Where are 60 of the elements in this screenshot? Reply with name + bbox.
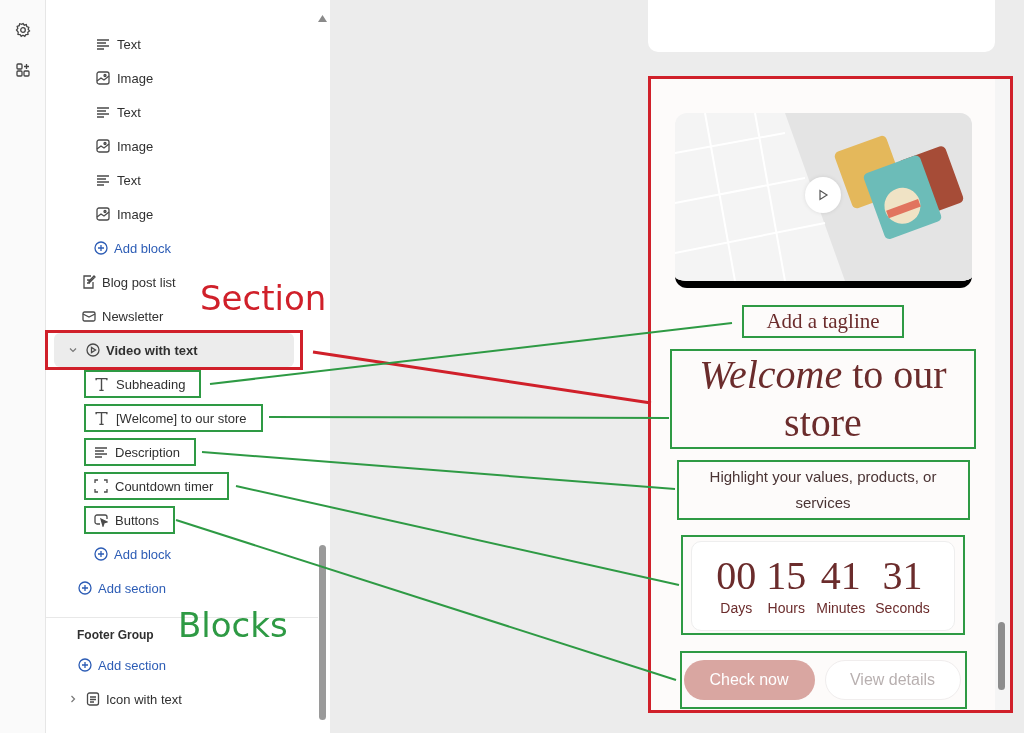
sidebar-block-item[interactable]: Buttons bbox=[84, 506, 176, 534]
edit-document-icon bbox=[82, 275, 96, 289]
sidebar-block-item[interactable]: [Welcome] to our store bbox=[84, 404, 263, 432]
sidebar-section-item[interactable]: Newsletter bbox=[76, 299, 170, 333]
description-text: Highlight your values, products, or services bbox=[676, 460, 970, 520]
sidebar-block-item[interactable]: Countdown timer bbox=[84, 472, 230, 500]
scroll-up-icon[interactable] bbox=[318, 15, 327, 22]
image-icon bbox=[96, 139, 110, 153]
add-section-link[interactable]: Add section bbox=[78, 657, 166, 673]
sidebar-block-item[interactable]: Text bbox=[86, 30, 157, 58]
dashed-frame-icon bbox=[94, 479, 108, 493]
blocks-annotation: Blocks bbox=[178, 608, 288, 642]
list-box-icon bbox=[86, 692, 100, 706]
countdown-unit: Hours bbox=[767, 600, 805, 616]
cursor-click-icon bbox=[94, 513, 108, 527]
add-block-link[interactable]: Add block bbox=[94, 546, 172, 562]
countdown-value: 00 bbox=[716, 556, 757, 596]
sidebar-block-item[interactable]: Image bbox=[86, 64, 170, 92]
apps-add-icon[interactable] bbox=[14, 62, 31, 78]
sidebar-section-item[interactable]: Icon with text bbox=[60, 682, 188, 716]
sidebar-block-item[interactable]: Image bbox=[86, 200, 170, 228]
countdown-unit: Minutes bbox=[816, 600, 866, 616]
section-annotation: Section bbox=[200, 281, 327, 315]
play-icon bbox=[816, 189, 829, 201]
chevron-down-icon[interactable] bbox=[68, 345, 78, 355]
sidebar-block-item[interactable]: Text bbox=[86, 98, 157, 126]
sidebar-block-item[interactable]: Description bbox=[84, 438, 197, 466]
tagline-text: Add a tagline bbox=[742, 305, 904, 338]
countdown-unit: Days bbox=[720, 600, 753, 616]
countdown-value: 41 bbox=[820, 556, 861, 596]
scrollbar-thumb[interactable] bbox=[998, 622, 1005, 690]
add-block-link[interactable]: Add block bbox=[94, 240, 172, 256]
play-circle-icon bbox=[86, 343, 100, 357]
text-lines-icon bbox=[96, 37, 110, 51]
sidebar-block-item[interactable]: Text bbox=[86, 166, 157, 194]
add-circle-icon bbox=[78, 658, 92, 672]
settings-icon[interactable] bbox=[14, 22, 31, 38]
countdown-value: 31 bbox=[882, 556, 923, 596]
envelope-icon bbox=[82, 309, 96, 323]
text-t-icon bbox=[94, 410, 109, 426]
add-circle-icon bbox=[94, 241, 108, 255]
text-t-icon bbox=[94, 376, 109, 392]
sidebar-block-item[interactable]: Image bbox=[86, 132, 170, 160]
countdown-value: 15 bbox=[766, 556, 807, 596]
text-lines-icon bbox=[96, 105, 110, 119]
sidebar-section-item[interactable]: Blog post list bbox=[76, 265, 182, 299]
text-lines-icon bbox=[96, 173, 110, 187]
add-circle-icon bbox=[94, 547, 108, 561]
add-section-link[interactable]: Add section bbox=[78, 580, 166, 596]
group-title: Footer Group bbox=[77, 627, 154, 644]
sidebar-section-item[interactable]: Video with text bbox=[54, 333, 294, 367]
image-icon bbox=[96, 207, 110, 221]
text-lines-icon bbox=[94, 445, 108, 459]
chevron-right-icon[interactable] bbox=[68, 694, 78, 704]
add-circle-icon bbox=[78, 581, 92, 595]
heading-text: Welcome to our store bbox=[670, 349, 976, 449]
countdown-unit: Seconds bbox=[875, 600, 930, 616]
image-icon bbox=[96, 71, 110, 85]
sidebar-block-item[interactable]: Subheading bbox=[84, 370, 202, 398]
scrollbar-thumb[interactable] bbox=[319, 545, 326, 720]
